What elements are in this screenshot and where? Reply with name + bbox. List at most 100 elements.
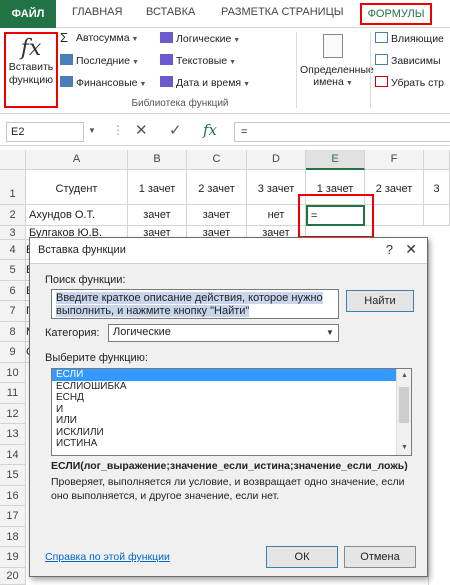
column-header-c[interactable]: C bbox=[187, 150, 247, 170]
row-header[interactable]: 14 bbox=[0, 445, 26, 465]
ribbon-separator bbox=[370, 32, 371, 108]
find-button[interactable]: Найти bbox=[346, 290, 414, 312]
column-header-a[interactable]: A bbox=[26, 150, 128, 170]
function-list-scrollbar[interactable]: ▲ ▼ bbox=[396, 369, 411, 455]
remove-arrows-icon bbox=[375, 76, 388, 87]
date-time-functions-button[interactable]: Дата и время ▼ bbox=[160, 76, 250, 89]
name-manager-icon bbox=[323, 34, 343, 58]
more-icon: ⋮ bbox=[112, 123, 124, 137]
scroll-down-icon[interactable]: ▼ bbox=[397, 441, 411, 455]
autosum-button[interactable]: Σ Автосумма ▼ bbox=[60, 30, 138, 45]
row-header[interactable]: 4 bbox=[0, 240, 26, 260]
trace-precedents-button[interactable]: Влияющие bbox=[375, 32, 444, 45]
help-icon[interactable]: ? bbox=[386, 242, 393, 257]
name-box-dropdown-icon[interactable]: ▼ bbox=[88, 126, 96, 135]
column-header-e[interactable]: E bbox=[306, 150, 365, 170]
defined-names-button[interactable]: Определенные имена ▼ bbox=[300, 32, 374, 94]
function-library-group-label: Библиотека функций bbox=[131, 98, 229, 109]
select-all-corner[interactable] bbox=[0, 150, 26, 170]
row-header[interactable]: 11 bbox=[0, 383, 26, 404]
table-cell[interactable]: 2 зачет bbox=[187, 170, 247, 205]
scrollbar-thumb[interactable] bbox=[399, 387, 409, 423]
function-description: Проверяет, выполняется ли условие, и воз… bbox=[51, 476, 405, 502]
search-function-input[interactable]: Введите краткое описание действия, котор… bbox=[51, 289, 339, 319]
list-item[interactable]: ЕСЛИОШИБКА bbox=[52, 381, 411, 393]
table-cell[interactable]: зачет bbox=[128, 205, 187, 226]
row-header[interactable]: 5 bbox=[0, 260, 26, 281]
list-item[interactable]: И bbox=[52, 404, 411, 416]
row-header[interactable]: 18 bbox=[0, 527, 26, 547]
insert-function-dialog: Вставка функции ? ✕ Поиск функции: Введи… bbox=[29, 237, 428, 577]
row-header[interactable]: 13 bbox=[0, 424, 26, 445]
function-signature: ЕСЛИ(лог_выражение;значение_если_истина;… bbox=[51, 460, 408, 472]
row-header[interactable]: 3 bbox=[0, 226, 26, 240]
insert-function-fx-icon[interactable]: fx bbox=[203, 121, 217, 139]
dialog-title-bar[interactable]: Вставка функции ? ✕ bbox=[30, 238, 427, 264]
category-select[interactable]: Логические ▼ bbox=[108, 324, 339, 342]
remove-arrows-button[interactable]: Убрать стр bbox=[375, 76, 444, 89]
row-header[interactable]: 20 bbox=[0, 568, 26, 585]
tab-home[interactable]: ГЛАВНАЯ bbox=[72, 6, 122, 18]
insert-function-button[interactable]: fx Вставить функцию bbox=[4, 32, 58, 108]
trace-dependents-button[interactable]: Зависимы bbox=[375, 54, 441, 67]
cancel-button[interactable]: Отмена bbox=[344, 546, 416, 568]
table-cell[interactable]: Студент bbox=[26, 170, 128, 205]
row-header[interactable]: 9 bbox=[0, 342, 26, 363]
name-box[interactable]: E2 bbox=[6, 122, 84, 142]
chevron-down-icon: ▼ bbox=[322, 325, 338, 341]
row-header[interactable]: 7 bbox=[0, 301, 26, 322]
sigma-icon: Σ bbox=[60, 30, 69, 45]
table-cell[interactable] bbox=[424, 205, 450, 226]
list-item[interactable]: ИЛИ bbox=[52, 415, 411, 427]
star-book-icon bbox=[60, 54, 73, 65]
list-item[interactable]: ИСТИНА bbox=[52, 438, 411, 450]
tab-page-layout[interactable]: РАЗМЕТКА СТРАНИЦЫ bbox=[221, 6, 343, 18]
chevron-down-icon: ▼ bbox=[132, 59, 139, 66]
column-header-f[interactable]: F bbox=[365, 150, 424, 170]
financial-book-icon bbox=[60, 76, 73, 87]
row-header[interactable]: 1 bbox=[0, 170, 26, 205]
column-header-d[interactable]: D bbox=[247, 150, 306, 170]
column-header-g[interactable] bbox=[424, 150, 450, 170]
logical-functions-button[interactable]: Логические ▼ bbox=[160, 32, 240, 45]
formula-input[interactable]: = bbox=[234, 122, 450, 142]
row-header[interactable]: 16 bbox=[0, 486, 26, 506]
tab-formulas[interactable]: ФОРМУЛЫ bbox=[360, 3, 432, 25]
cancel-icon[interactable]: ✕ bbox=[135, 121, 148, 139]
ok-button[interactable]: ОК bbox=[266, 546, 338, 568]
trace-precedents-icon bbox=[375, 32, 388, 43]
search-function-label: Поиск функции: bbox=[45, 274, 126, 286]
tab-file[interactable]: ФАЙЛ bbox=[0, 0, 56, 28]
enter-check-icon[interactable]: ✓ bbox=[169, 121, 182, 139]
close-icon[interactable]: ✕ bbox=[405, 241, 417, 258]
function-list[interactable]: ЕСЛИ ЕСЛИОШИБКА ЕСНД И ИЛИ ИСКЛИЛИ ИСТИН… bbox=[51, 368, 412, 456]
row-header[interactable]: 8 bbox=[0, 322, 26, 342]
select-function-label: Выберите функцию: bbox=[45, 352, 148, 364]
table-cell[interactable]: Ахундов О.Т. bbox=[26, 205, 128, 226]
row-header[interactable]: 10 bbox=[0, 363, 26, 383]
highlight-box-e2 bbox=[298, 194, 374, 238]
row-header[interactable]: 19 bbox=[0, 547, 26, 568]
list-item[interactable]: ЕСЛИ bbox=[52, 369, 411, 381]
list-item[interactable]: ИСКЛИЛИ bbox=[52, 427, 411, 439]
row-header[interactable]: 6 bbox=[0, 281, 26, 301]
scroll-up-icon[interactable]: ▲ bbox=[397, 369, 411, 383]
table-cell[interactable]: зачет bbox=[187, 205, 247, 226]
trace-dependents-icon bbox=[375, 54, 388, 65]
row-header[interactable]: 15 bbox=[0, 465, 26, 486]
column-header-b[interactable]: B bbox=[128, 150, 187, 170]
date-book-icon bbox=[160, 76, 173, 87]
row-header[interactable]: 12 bbox=[0, 404, 26, 424]
row-header[interactable]: 2 bbox=[0, 205, 26, 226]
recent-functions-button[interactable]: Последние ▼ bbox=[60, 54, 139, 67]
dialog-title: Вставка функции bbox=[38, 244, 126, 256]
table-cell[interactable]: 1 зачет bbox=[128, 170, 187, 205]
row-header[interactable]: 17 bbox=[0, 506, 26, 527]
table-cell[interactable]: 3 bbox=[424, 170, 450, 205]
chevron-down-icon: ▼ bbox=[233, 37, 241, 44]
financial-functions-button[interactable]: Финансовые ▼ bbox=[60, 76, 146, 89]
help-on-function-link[interactable]: Справка по этой функции bbox=[45, 551, 170, 563]
list-item[interactable]: ЕСНД bbox=[52, 392, 411, 404]
tab-insert[interactable]: ВСТАВКА bbox=[146, 6, 195, 18]
text-functions-button[interactable]: Текстовые ▼ bbox=[160, 54, 236, 67]
